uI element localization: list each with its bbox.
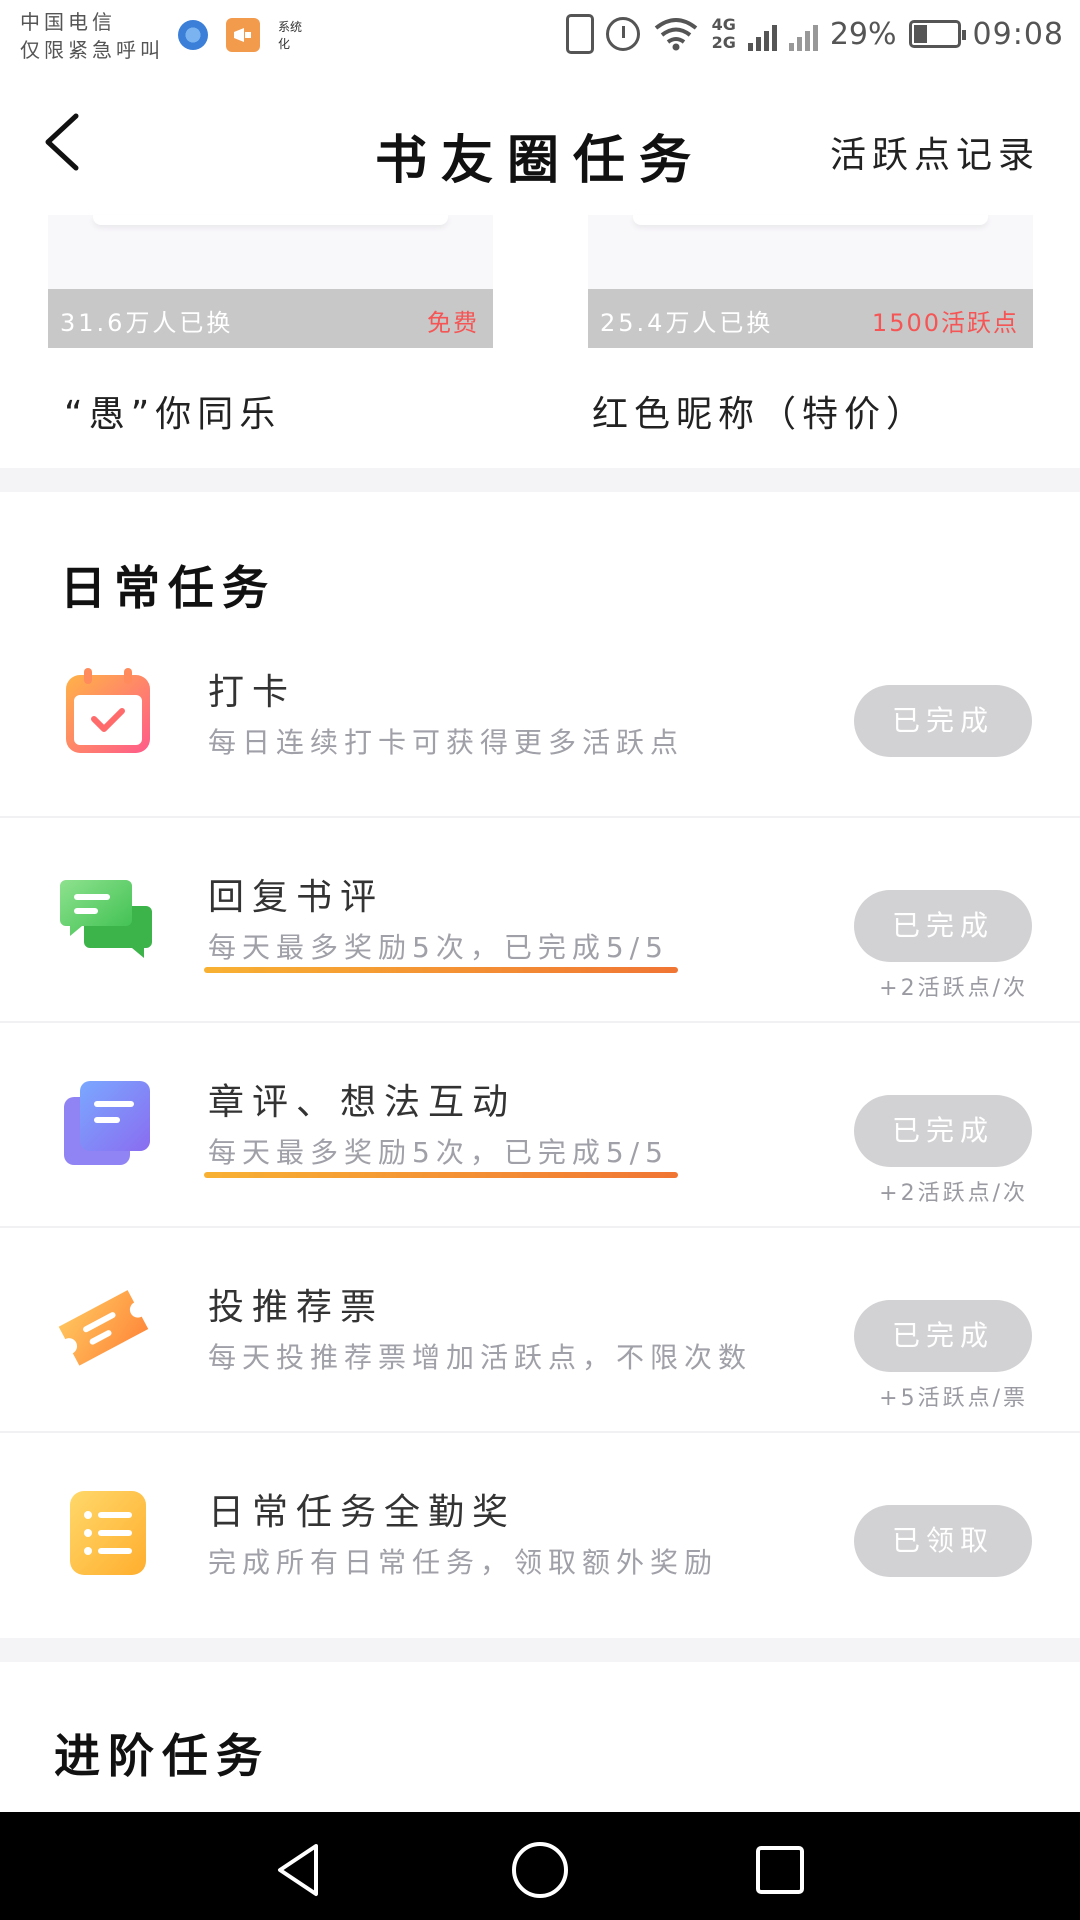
carrier-info: 中国电信 仅限紧急呼叫: [20, 8, 164, 64]
task-description: 每天最多奖励5次，已完成5/5: [208, 931, 669, 964]
megaphone-app-icon: [226, 18, 260, 52]
task-description: 每天投推荐票增加活跃点，不限次数: [208, 1341, 753, 1374]
fan-app-icon: [178, 20, 208, 50]
task-reward: +5活跃点/票: [879, 1386, 1028, 1411]
task-row-vote-ticket: 投推荐票 每天投推荐票增加活跃点，不限次数 已完成 +5活跃点/票: [0, 1228, 1080, 1433]
daily-tasks-title: 日常任务: [60, 561, 276, 615]
reward-card[interactable]: 25.4万人已换 1500活跃点: [588, 215, 1033, 348]
task-name: 章评、想法互动: [208, 1082, 517, 1123]
task-description: 完成所有日常任务，领取额外奖励: [208, 1546, 719, 1579]
carrier-status: 仅限紧急呼叫: [20, 38, 164, 62]
task-status-button[interactable]: 已完成: [854, 1095, 1032, 1167]
task-row-checkin: 打卡 每日连续打卡可获得更多活跃点 已完成: [0, 613, 1080, 818]
nav-header: 书友圈任务 活跃点记录: [0, 80, 1080, 215]
task-reward: +2活跃点/次: [879, 976, 1028, 1001]
signal-icon: [747, 17, 777, 51]
reward-card-info-bar: 31.6万人已换 免费: [48, 289, 493, 348]
recents-square-icon[interactable]: [750, 1840, 810, 1900]
signal-no-service-icon: [788, 17, 818, 51]
vibrate-icon: [565, 14, 594, 54]
chat-bubbles-icon: [60, 880, 152, 958]
activity-record-link[interactable]: 活跃点记录: [830, 126, 1040, 178]
task-status-button[interactable]: 已领取: [854, 1505, 1032, 1577]
system-indicators: 4G 2G 29% 09:08: [565, 14, 1064, 54]
system-nav-bar: [0, 1812, 1080, 1920]
network-type: 4G 2G: [712, 16, 736, 52]
reward-card[interactable]: 31.6万人已换 免费: [48, 215, 493, 348]
document-stack-icon: [64, 1081, 150, 1165]
reward-price: 免费: [427, 309, 479, 337]
status-bar: 中国电信 仅限紧急呼叫 系统化 4G 2G 29% 09:08: [0, 0, 1080, 80]
task-description: 每天最多奖励5次，已完成5/5: [208, 1136, 669, 1169]
notification-icons: 系统化: [178, 18, 312, 52]
task-name: 打卡: [208, 672, 297, 713]
list-icon: [70, 1491, 146, 1575]
task-name: 投推荐票: [208, 1287, 385, 1328]
task-name: 回复书评: [208, 877, 385, 918]
exchange-count: 31.6万人已换: [60, 309, 234, 337]
task-row-chapter-interaction: 章评、想法互动 每天最多奖励5次，已完成5/5 已完成 +2活跃点/次: [0, 1023, 1080, 1228]
reward-card-name[interactable]: 红色昵称（特价）: [592, 385, 928, 437]
section-divider: [0, 468, 1080, 492]
task-status-button[interactable]: 已完成: [854, 890, 1032, 962]
battery-percent: 29%: [829, 16, 897, 52]
network-2g-label: 2G: [711, 33, 736, 52]
exchange-count: 25.4万人已换: [600, 309, 774, 337]
ticket-icon: [58, 1290, 149, 1366]
task-reward: +2活跃点/次: [879, 1181, 1028, 1206]
carrier-name: 中国电信: [20, 10, 116, 34]
reward-card-info-bar: 25.4万人已换 1500活跃点: [588, 289, 1033, 348]
advanced-tasks-title: 进阶任务: [54, 1729, 270, 1783]
calendar-check-icon: [66, 668, 150, 753]
alarm-icon: [605, 17, 640, 51]
clock: 09:08: [972, 16, 1064, 52]
section-divider: [0, 1638, 1080, 1662]
task-progress-underline: [204, 1172, 678, 1178]
battery-icon: [908, 20, 966, 48]
reward-price: 1500活跃点: [871, 309, 1019, 337]
task-row-attendance-bonus: 日常任务全勤奖 完成所有日常任务，领取额外奖励 已领取: [0, 1433, 1080, 1638]
reward-card-name[interactable]: “愚”你同乐: [64, 385, 281, 437]
task-row-reply-review: 回复书评 每天最多奖励5次，已完成5/5 已完成 +2活跃点/次: [0, 818, 1080, 1023]
task-status-button[interactable]: 已完成: [854, 685, 1032, 757]
back-triangle-icon[interactable]: [270, 1840, 330, 1900]
reward-card-image: [588, 215, 1033, 289]
reward-card-image: [48, 215, 493, 289]
task-description: 每日连续打卡可获得更多活跃点: [208, 726, 685, 759]
task-name: 日常任务全勤奖: [208, 1492, 517, 1533]
wifi-icon: [654, 18, 697, 51]
home-circle-icon[interactable]: [510, 1840, 570, 1900]
network-4g-label: 4G: [711, 15, 736, 34]
reward-shop-section: 31.6万人已换 免费 “愚”你同乐 25.4万人已换 1500活跃点 红色昵称…: [0, 215, 1080, 468]
system-app-icon: 系统化: [278, 20, 303, 51]
task-progress-underline: [204, 967, 678, 973]
task-status-button[interactable]: 已完成: [854, 1300, 1032, 1372]
